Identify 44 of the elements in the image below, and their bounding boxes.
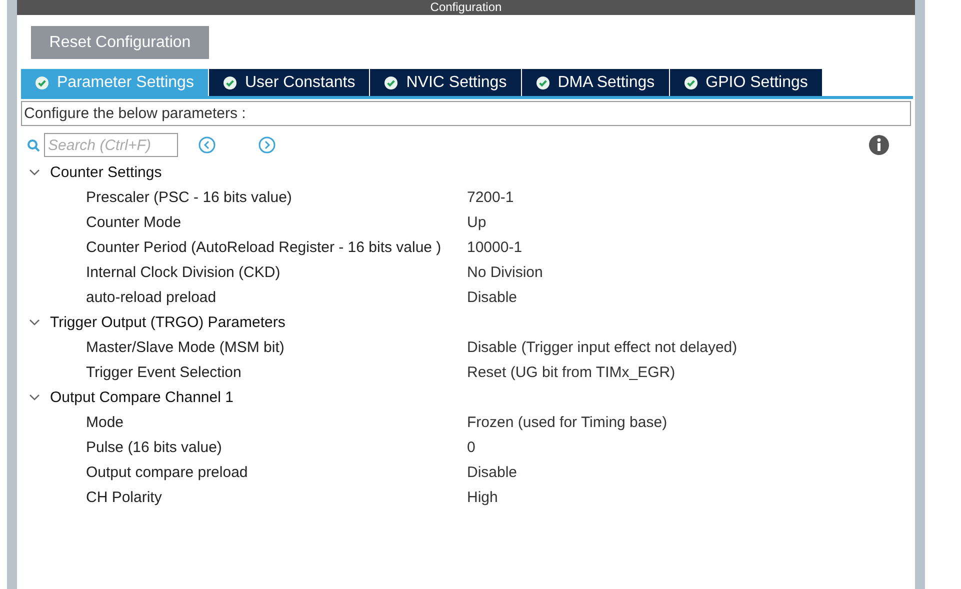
parameter-name: Master/Slave Mode (MSM bit) (85, 339, 286, 356)
parameter-value[interactable]: Disable (467, 464, 518, 481)
parameter-value[interactable]: 10000-1 (467, 239, 522, 256)
parameter-value[interactable]: Up (467, 214, 486, 231)
check-circle-icon (222, 76, 237, 90)
chevron-right-icon[interactable] (258, 136, 276, 154)
parameter-value[interactable]: 0 (467, 439, 476, 456)
search-icon (27, 138, 40, 152)
check-circle-icon (684, 76, 698, 90)
check-circle-icon (384, 76, 398, 90)
parameter-name: Pulse (16 bits value) (85, 439, 223, 456)
parameter-name: Output compare preload (85, 464, 249, 481)
parameter-value[interactable]: 7200-1 (467, 189, 514, 206)
parameter-value[interactable]: Disable (Trigger input effect not delayed) (467, 339, 738, 356)
group-header[interactable]: Trigger Output (TRGO) Parameters (17, 310, 915, 335)
tab[interactable]: NVIC Settings (370, 69, 522, 96)
info-icon[interactable] (869, 135, 889, 155)
parameter-name: Internal Clock Division (CKD) (85, 264, 282, 281)
parameter-name: Counter Mode (85, 214, 182, 231)
check-circle-icon (536, 76, 550, 90)
parameter-name: Counter Period (AutoReload Register - 16 bits value ) (85, 239, 442, 256)
tab[interactable]: DMA Settings (522, 69, 670, 96)
chevron-down-icon[interactable] (29, 394, 40, 401)
chevron-down-icon[interactable] (29, 319, 40, 326)
parameter-value[interactable]: High (467, 489, 498, 506)
parameter-value[interactable]: Frozen (used for Timing base) (467, 414, 668, 431)
parameter-name: Trigger Event Selection (85, 364, 242, 381)
description-text: Configure the below parameters : (21, 101, 911, 126)
chevron-down-icon[interactable] (29, 169, 40, 176)
parameter-value[interactable]: No Division (467, 264, 543, 281)
parameter-name: auto-reload preload (85, 289, 218, 306)
parameter-value[interactable]: Reset (UG bit from TIMx_EGR) (467, 364, 676, 381)
tab[interactable]: User Constants (208, 69, 370, 96)
parameter-name: Prescaler (PSC - 16 bits value) (85, 189, 293, 206)
search-field[interactable]: Search (Ctrl+F) (44, 133, 178, 157)
parameter-name: Mode (85, 414, 125, 431)
parameter-value[interactable]: Disable (467, 289, 518, 306)
check-circle-icon (35, 76, 49, 90)
group-header[interactable]: Output Compare Channel 1 (17, 385, 915, 410)
tab[interactable]: GPIO Settings (670, 69, 823, 96)
window-title: Configuration (17, 0, 915, 15)
parameter-name: CH Polarity (85, 489, 163, 506)
group-header[interactable]: Counter Settings (17, 160, 915, 185)
chevron-left-icon[interactable] (198, 136, 216, 154)
